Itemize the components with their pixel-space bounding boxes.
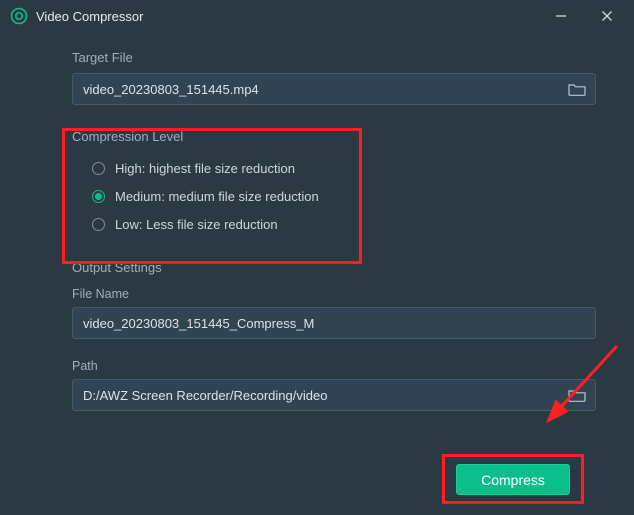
radio-option-medium[interactable]: Medium: medium file size reduction [92,182,596,210]
radio-icon [92,162,105,175]
target-file-label: Target File [72,50,596,65]
folder-icon[interactable] [567,385,587,405]
radio-label: Medium: medium file size reduction [115,189,319,204]
file-name-input[interactable] [83,316,587,331]
radio-option-low[interactable]: Low: Less file size reduction [92,210,596,238]
compress-button[interactable]: Compress [456,464,570,495]
file-name-field[interactable] [72,307,596,339]
radio-option-high[interactable]: High: highest file size reduction [92,154,596,182]
close-button[interactable] [584,0,630,32]
compression-radio-group: High: highest file size reduction Medium… [72,152,596,240]
compress-button-label: Compress [481,472,545,488]
target-file-field[interactable] [72,73,596,105]
title-bar: Video Compressor [0,0,634,32]
minimize-button[interactable] [538,0,584,32]
content-area: Target File Compression Level High: high… [0,32,634,411]
radio-icon [92,218,105,231]
compression-level-label: Compression Level [72,129,596,144]
radio-label: Low: Less file size reduction [115,217,278,232]
file-name-label: File Name [72,287,596,301]
radio-label: High: highest file size reduction [115,161,295,176]
radio-icon [92,190,105,203]
output-settings-label: Output Settings [72,260,596,275]
app-icon [10,7,28,25]
path-field[interactable] [72,379,596,411]
window-title: Video Compressor [36,9,143,24]
folder-icon[interactable] [567,79,587,99]
path-input[interactable] [83,388,561,403]
path-label: Path [72,359,596,373]
target-file-input[interactable] [83,82,561,97]
